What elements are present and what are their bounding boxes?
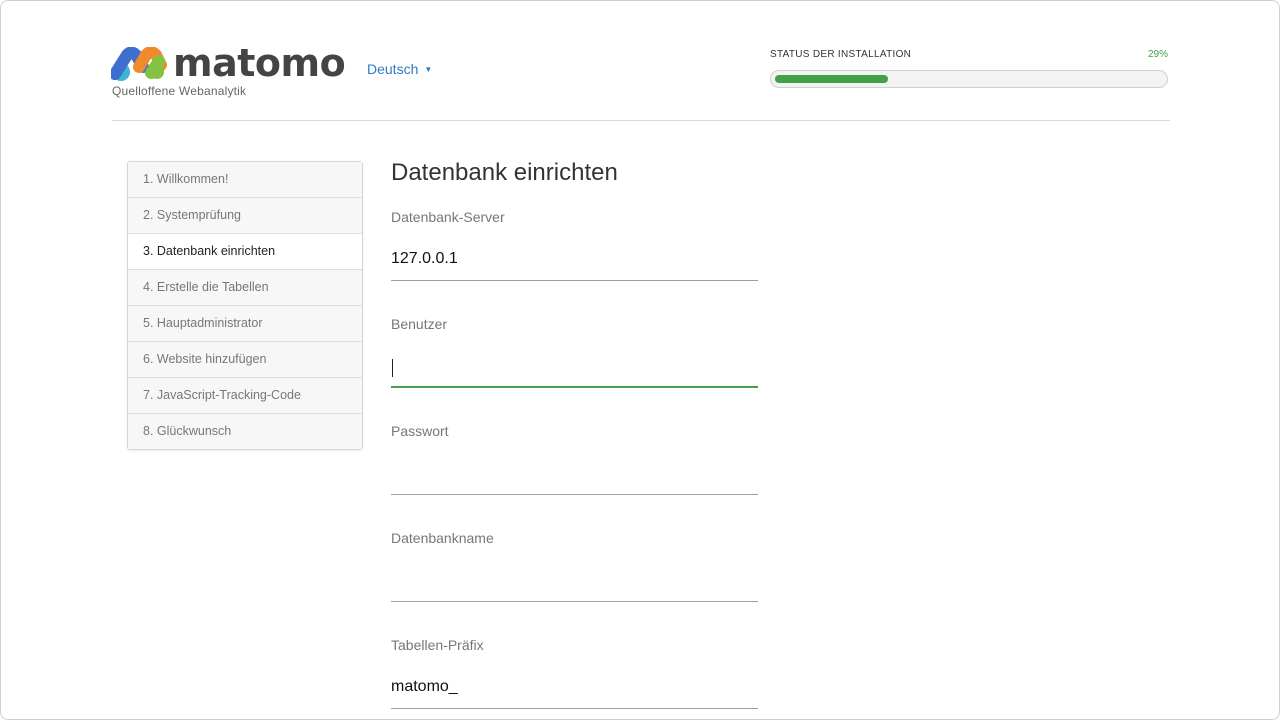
page-title: Datenbank einrichten	[391, 159, 618, 186]
window-frame: matomo Quelloffene Webanalytik Deutsch ▼ …	[0, 0, 1280, 720]
language-label: Deutsch	[367, 61, 419, 77]
caret-down-icon: ▼	[424, 65, 433, 74]
step-item-add-website: 6. Website hinzufügen	[128, 342, 362, 378]
db-name-label: Datenbankname	[391, 530, 494, 546]
install-status-label: STATUS DER INSTALLATION	[770, 49, 912, 60]
db-user-input[interactable]	[391, 344, 758, 388]
step-item-system-check: 2. Systemprüfung	[128, 198, 362, 234]
table-prefix-label: Tabellen-Präfix	[391, 637, 484, 653]
header-divider	[112, 120, 1170, 121]
step-item-tracking-code: 7. JavaScript-Tracking-Code	[128, 378, 362, 414]
db-user-label: Benutzer	[391, 316, 448, 332]
logo-wordmark: matomo	[173, 41, 346, 85]
step-item-database-setup: 3. Datenbank einrichten	[128, 234, 362, 270]
matomo-logo-icon	[111, 47, 167, 81]
db-name-input[interactable]	[391, 558, 758, 602]
step-item-super-user: 5. Hauptadministrator	[128, 306, 362, 342]
install-progress-fill	[775, 75, 888, 83]
language-dropdown[interactable]: Deutsch ▼	[367, 61, 432, 77]
step-item-congratulations: 8. Glückwunsch	[128, 414, 362, 449]
install-status-percent: 29%	[1147, 49, 1168, 60]
db-password-label: Passwort	[391, 423, 449, 439]
db-server-input[interactable]	[391, 237, 758, 281]
db-password-input[interactable]	[391, 451, 758, 495]
tagline: Quelloffene Webanalytik	[112, 84, 247, 98]
installation-steps: 1. Willkommen! 2. Systemprüfung 3. Daten…	[127, 161, 363, 450]
text-cursor	[392, 359, 393, 377]
step-item-create-tables: 4. Erstelle die Tabellen	[128, 270, 362, 306]
install-progress-bar	[770, 70, 1168, 88]
db-server-label: Datenbank-Server	[391, 209, 505, 225]
step-item-welcome: 1. Willkommen!	[128, 162, 362, 198]
table-prefix-input[interactable]	[391, 665, 758, 709]
